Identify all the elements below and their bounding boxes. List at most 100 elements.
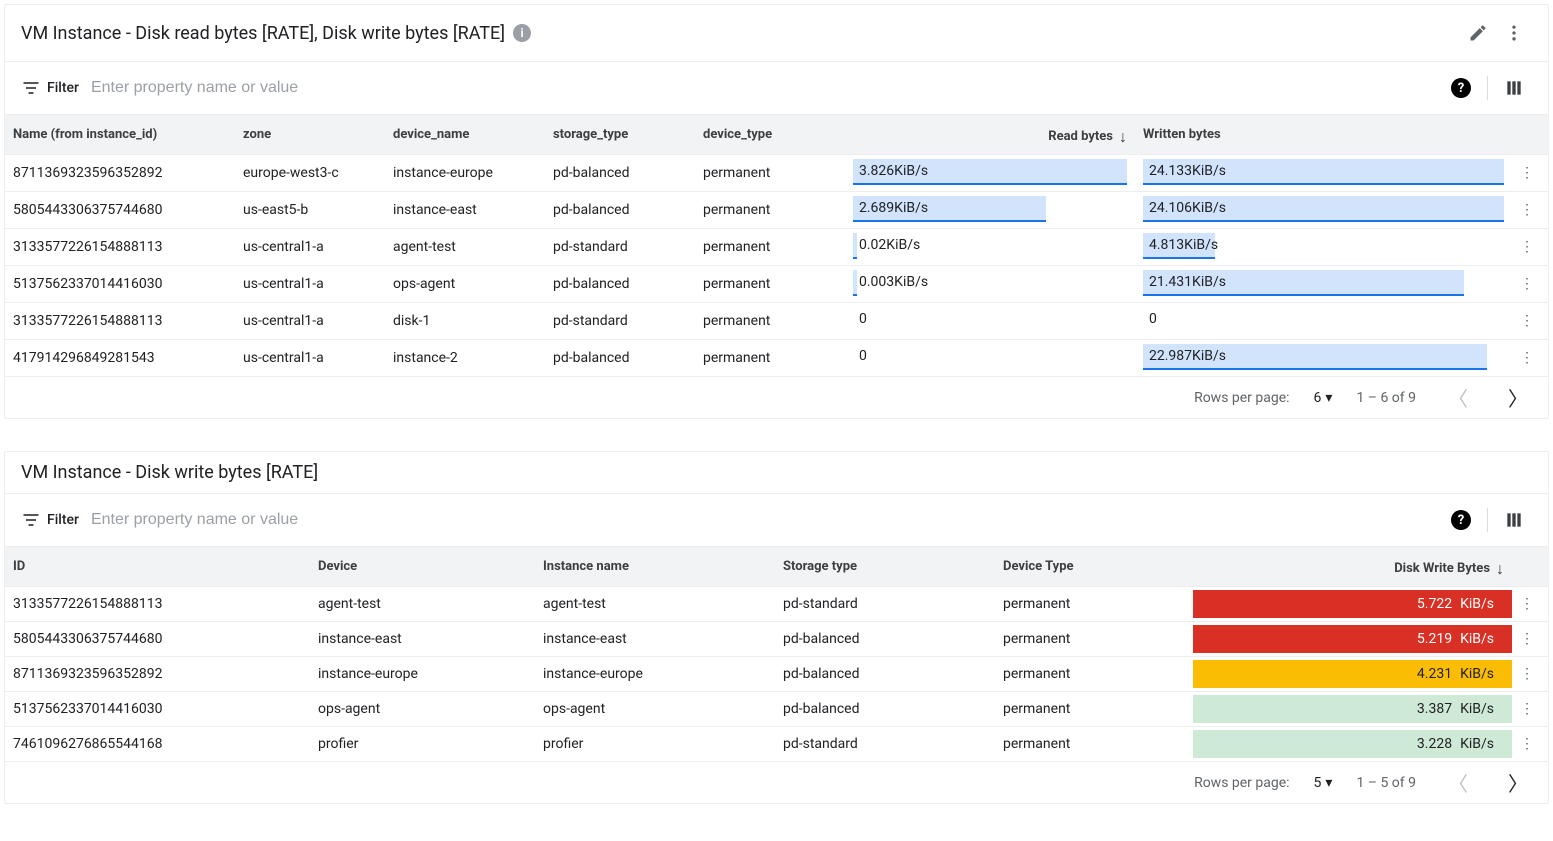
cell-device-name: ops-agent (385, 272, 545, 296)
cell-device-type: permanent (695, 346, 845, 370)
filter-label: Filter (47, 80, 79, 96)
next-page-icon[interactable]: 〉 (1500, 383, 1536, 412)
panel-title: VM Instance - Disk write bytes [RATE] (21, 462, 318, 483)
cell-storage-type: pd-standard (545, 309, 695, 333)
cell-instance-name: profier (535, 732, 775, 756)
cell-instance-id: 8711369323596352892 (5, 161, 235, 185)
col-name[interactable]: Name (from instance_id) (5, 123, 235, 146)
sort-desc-icon: ↓ (1119, 127, 1127, 146)
rows-per-page-select[interactable]: 5 ▾ (1314, 775, 1333, 791)
filter-input[interactable] (89, 510, 1443, 530)
cell-id: 5805443306375744680 (5, 627, 310, 651)
filter-bar: Filter ? (5, 62, 1548, 115)
prev-page-icon[interactable]: 〈 (1440, 768, 1476, 797)
columns-icon[interactable] (1496, 70, 1532, 106)
filter-icon (21, 510, 41, 530)
cell-read-bytes: 0 (845, 340, 1135, 376)
panel-disk-read-write: VM Instance - Disk read bytes [RATE], Di… (4, 4, 1549, 419)
table-row: 5805443306375744680instance-eastinstance… (5, 622, 1548, 657)
row-menu-icon[interactable]: ⋮ (1512, 736, 1542, 752)
cell-instance-id: 3133577226154888113 (5, 235, 235, 259)
col-device[interactable]: device_name (385, 123, 545, 146)
col-instance[interactable]: Instance name (535, 555, 775, 578)
col-dtype[interactable]: Device Type (995, 555, 1185, 578)
row-menu-icon[interactable]: ⋮ (1512, 202, 1542, 218)
row-menu-icon[interactable]: ⋮ (1512, 596, 1542, 612)
row-menu-icon[interactable]: ⋮ (1512, 165, 1542, 181)
col-device[interactable]: Device (310, 555, 535, 578)
col-storage[interactable]: Storage type (775, 555, 995, 578)
table-row: 3133577226154888113us-central1-aagent-te… (5, 229, 1548, 266)
cell-zone: us-central1-a (235, 346, 385, 370)
rows-per-page-label: Rows per page: (1194, 390, 1289, 406)
cell-storage-type: pd-standard (775, 732, 995, 756)
cell-instance-id: 3133577226154888113 (5, 309, 235, 333)
col-storage[interactable]: storage_type (545, 123, 695, 146)
pagination: Rows per page: 5 ▾ 1 – 5 of 9 〈 〉 (5, 762, 1548, 803)
panel-disk-write: VM Instance - Disk write bytes [RATE] Fi… (4, 451, 1549, 804)
cell-written-bytes: 21.431KiB/s (1135, 266, 1512, 302)
page-range: 1 – 6 of 9 (1356, 390, 1416, 406)
dropdown-icon: ▾ (1325, 390, 1332, 406)
col-read[interactable]: Read bytes↓ (845, 121, 1135, 149)
prev-page-icon[interactable]: 〈 (1440, 383, 1476, 412)
help-icon[interactable]: ? (1443, 502, 1479, 538)
cell-device-type: permanent (995, 697, 1185, 721)
cell-id: 5137562337014416030 (5, 697, 310, 721)
pagination: Rows per page: 6 ▾ 1 – 6 of 9 〈 〉 (5, 377, 1548, 418)
cell-disk-write-bytes: 3.387KiB/s (1185, 692, 1512, 726)
more-vert-icon[interactable] (1496, 15, 1532, 51)
filter-label: Filter (47, 512, 79, 528)
cell-device-name: instance-2 (385, 346, 545, 370)
columns-icon[interactable] (1496, 502, 1532, 538)
cell-device-type: permanent (695, 309, 845, 333)
cell-instance-id: 5805443306375744680 (5, 198, 235, 222)
row-menu-icon[interactable]: ⋮ (1512, 701, 1542, 717)
cell-device-type: permanent (995, 627, 1185, 651)
filter-icon (21, 78, 41, 98)
cell-written-bytes: 4.813KiB/s (1135, 229, 1512, 265)
row-menu-icon[interactable]: ⋮ (1512, 350, 1542, 366)
cell-written-bytes: 0 (1135, 303, 1512, 339)
cell-disk-write-bytes: 3.228KiB/s (1185, 727, 1512, 761)
table-row: 5805443306375744680us-east5-binstance-ea… (5, 192, 1548, 229)
row-menu-icon[interactable]: ⋮ (1512, 666, 1542, 682)
col-write-bytes[interactable]: Disk Write Bytes↓ (1185, 553, 1512, 581)
cell-id: 7461096276865544168 (5, 732, 310, 756)
info-icon[interactable]: i (513, 24, 531, 42)
row-menu-icon[interactable]: ⋮ (1512, 313, 1542, 329)
rows-per-page-select[interactable]: 6 ▾ (1314, 390, 1333, 406)
cell-disk-write-bytes: 5.722KiB/s (1185, 587, 1512, 621)
table-row: 3133577226154888113us-central1-adisk-1pd… (5, 303, 1548, 340)
row-menu-icon[interactable]: ⋮ (1512, 276, 1542, 292)
cell-device-type: permanent (695, 161, 845, 185)
divider (1487, 508, 1488, 532)
table-body: 8711369323596352892europe-west3-cinstanc… (5, 155, 1548, 377)
cell-device-name: agent-test (385, 235, 545, 259)
row-menu-icon[interactable]: ⋮ (1512, 631, 1542, 647)
cell-read-bytes: 0.003KiB/s (845, 266, 1135, 302)
sort-desc-icon: ↓ (1496, 559, 1504, 578)
help-icon[interactable]: ? (1443, 70, 1479, 106)
cell-zone: us-central1-a (235, 272, 385, 296)
cell-instance-name: instance-europe (535, 662, 775, 686)
table-row: 7461096276865544168profierprofierpd-stan… (5, 727, 1548, 762)
col-zone[interactable]: zone (235, 123, 385, 146)
cell-device-type: permanent (995, 662, 1185, 686)
cell-storage-type: pd-balanced (545, 272, 695, 296)
next-page-icon[interactable]: 〉 (1500, 768, 1536, 797)
col-id[interactable]: ID (5, 555, 310, 578)
col-write[interactable]: Written bytes (1135, 123, 1512, 146)
rows-per-page-label: Rows per page: (1194, 775, 1289, 791)
panel-header: VM Instance - Disk read bytes [RATE], Di… (5, 5, 1548, 62)
cell-storage-type: pd-balanced (775, 697, 995, 721)
col-dtype[interactable]: device_type (695, 123, 845, 146)
cell-id: 3133577226154888113 (5, 592, 310, 616)
filter-input[interactable] (89, 78, 1443, 98)
edit-icon[interactable] (1460, 15, 1496, 51)
table-row: 417914296849281543us-central1-ainstance-… (5, 340, 1548, 377)
table-row: 3133577226154888113agent-testagent-testp… (5, 587, 1548, 622)
cell-storage-type: pd-balanced (545, 161, 695, 185)
row-menu-icon[interactable]: ⋮ (1512, 239, 1542, 255)
table-header-row: ID Device Instance name Storage type Dev… (5, 547, 1548, 587)
